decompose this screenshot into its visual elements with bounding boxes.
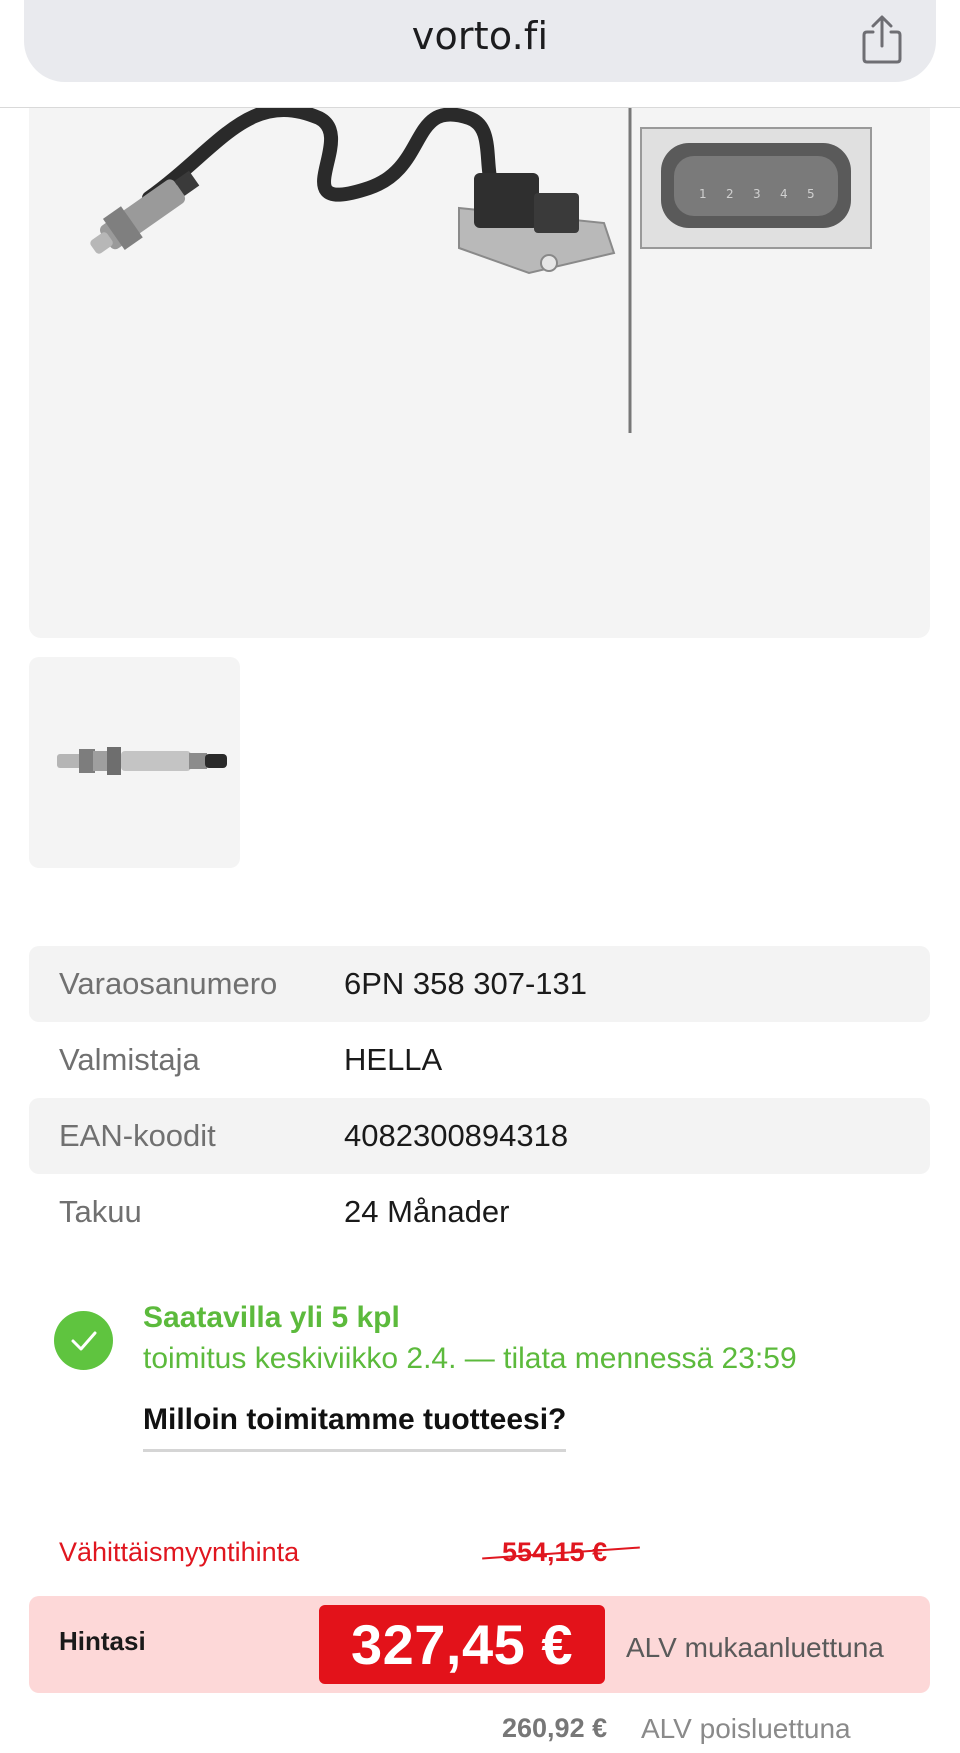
net-price: 260,92 € bbox=[502, 1713, 608, 1743]
share-icon[interactable] bbox=[860, 14, 904, 66]
your-price-box: Hintasi 327,45 € ALV mukaanluettuna bbox=[29, 1596, 930, 1693]
svg-text:3: 3 bbox=[753, 187, 761, 201]
delivery-estimate: toimitus keskiviikko 2.4. — tilata menne… bbox=[143, 1342, 797, 1375]
check-icon bbox=[54, 1311, 113, 1370]
nox-sensor-thumbnail[interactable] bbox=[29, 657, 240, 868]
delivery-info-link[interactable]: Milloin toimitamme tuotteesi? bbox=[143, 1403, 567, 1452]
spec-label: EAN-koodit bbox=[59, 1118, 216, 1153]
spec-row-part-number: Varaosanumero 6PN 358 307-131 bbox=[29, 946, 930, 1022]
your-price: 327,45 € bbox=[319, 1605, 605, 1684]
spec-row-warranty: Takuu 24 Månader bbox=[29, 1174, 930, 1250]
spec-value: 4082300894318 bbox=[344, 1118, 569, 1153]
spec-table: Varaosanumero 6PN 358 307-131 Valmistaja… bbox=[29, 946, 930, 1250]
spec-value: 24 Månader bbox=[344, 1194, 510, 1229]
spec-label: Takuu bbox=[59, 1194, 142, 1229]
spec-label: Valmistaja bbox=[59, 1042, 200, 1077]
nox-sensor-image[interactable]: 1 2 3 4 5 bbox=[29, 108, 930, 638]
vat-included-label: ALV mukaanluettuna bbox=[626, 1632, 884, 1663]
address-bar[interactable]: vorto.fi bbox=[24, 0, 936, 82]
spec-value: HELLA bbox=[344, 1042, 443, 1077]
browser-toolbar: vorto.fi bbox=[0, 0, 960, 108]
svg-text:5: 5 bbox=[807, 187, 815, 201]
svg-text:1: 1 bbox=[699, 187, 707, 201]
spec-label: Varaosanumero bbox=[59, 966, 278, 1001]
availability-title: Saatavilla yli 5 kpl bbox=[143, 1301, 400, 1334]
svg-text:2: 2 bbox=[726, 187, 734, 201]
url-text[interactable]: vorto.fi bbox=[24, 14, 936, 58]
vat-excluded-label: ALV poisluettuna bbox=[641, 1713, 851, 1744]
retail-price-label: Vähittäismyyntihinta bbox=[59, 1537, 300, 1567]
spec-row-ean: EAN-koodit 4082300894318 bbox=[29, 1098, 930, 1174]
svg-text:4: 4 bbox=[780, 187, 788, 201]
spec-value: 6PN 358 307-131 bbox=[344, 966, 588, 1001]
spec-row-manufacturer: Valmistaja HELLA bbox=[29, 1022, 930, 1098]
your-price-label: Hintasi bbox=[59, 1626, 146, 1656]
